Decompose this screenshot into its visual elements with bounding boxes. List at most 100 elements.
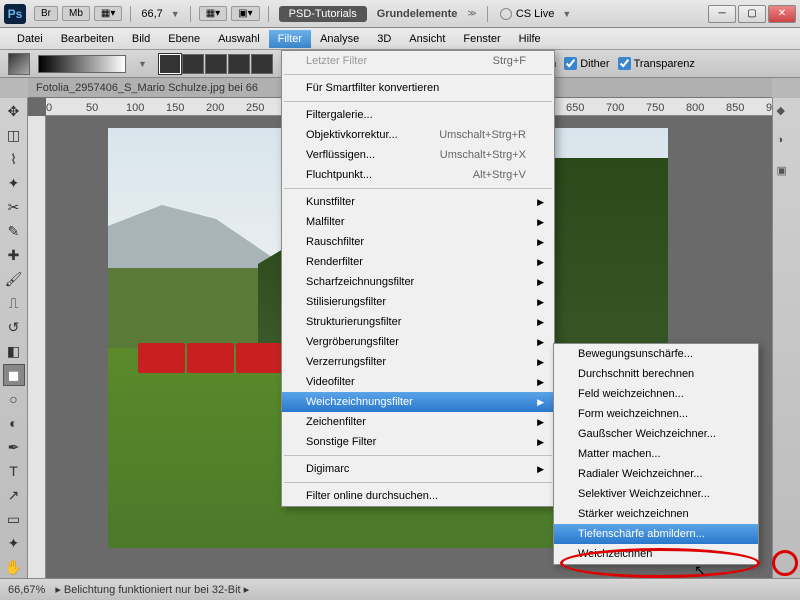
- submenu-item[interactable]: Durchschnitt berechnen: [554, 364, 758, 384]
- filter-item[interactable]: Digimarc▶: [282, 459, 554, 479]
- cslive-button[interactable]: CS Live▼: [500, 8, 575, 20]
- submenu-item[interactable]: Form weichzeichnen...: [554, 404, 758, 424]
- chevron-down-icon[interactable]: ▼: [171, 9, 180, 19]
- blur-tool[interactable]: ○: [3, 388, 25, 410]
- gradient-styles: [159, 54, 273, 74]
- arrangement-button[interactable]: ▦▾: [199, 6, 227, 21]
- status-message: ▸ Belichtung funktioniert nur bei 32-Bit…: [55, 583, 249, 596]
- minimize-button[interactable]: ─: [708, 5, 736, 23]
- filter-item[interactable]: Renderfilter▶: [282, 252, 554, 272]
- swatches-icon[interactable]: ◆: [777, 104, 797, 124]
- hand-tool[interactable]: ✋: [3, 556, 25, 578]
- shape-tool[interactable]: ▭: [3, 508, 25, 530]
- type-tool[interactable]: T: [3, 460, 25, 482]
- filter-item[interactable]: Filter online durchsuchen...: [282, 486, 554, 506]
- gradient-tool[interactable]: ◼: [3, 364, 25, 386]
- bridge-button[interactable]: Br: [34, 6, 58, 21]
- maximize-button[interactable]: ▢: [738, 5, 766, 23]
- filter-item[interactable]: Strukturierungsfilter▶: [282, 312, 554, 332]
- blur-submenu: Bewegungsunschärfe...Durchschnitt berech…: [553, 343, 759, 565]
- transparency-checkbox[interactable]: Transparenz: [618, 57, 695, 70]
- filter-item[interactable]: Vergröberungsfilter▶: [282, 332, 554, 352]
- filter-item[interactable]: Scharfzeichnungsfilter▶: [282, 272, 554, 292]
- gradient-linear[interactable]: [159, 54, 181, 74]
- crop-tool[interactable]: ✂: [3, 196, 25, 218]
- menu-datei[interactable]: Datei: [8, 30, 52, 48]
- gradient-tool-icon[interactable]: [8, 53, 30, 75]
- menu-hilfe[interactable]: Hilfe: [510, 30, 550, 48]
- chevron-down-icon[interactable]: ▼: [138, 59, 147, 69]
- toolbox: ✥ ◫ ⌇ ✦ ✂ ✎ ✚ 🖌 ⎍ ↺ ◧ ◼ ○ ◐ ✒ T ↗ ▭ ✦ ✋: [0, 98, 28, 578]
- minibridge-button[interactable]: Mb: [62, 6, 90, 21]
- menu-3d[interactable]: 3D: [368, 30, 400, 48]
- menu-analyse[interactable]: Analyse: [311, 30, 368, 48]
- filter-item[interactable]: Stilisierungsfilter▶: [282, 292, 554, 312]
- gradient-angle[interactable]: [205, 54, 227, 74]
- view-button[interactable]: ▦▾: [94, 6, 122, 21]
- history-brush-tool[interactable]: ↺: [3, 316, 25, 338]
- eraser-tool[interactable]: ◧: [3, 340, 25, 362]
- 3d-tool[interactable]: ✦: [3, 532, 25, 554]
- submenu-item[interactable]: Selektiver Weichzeichner...: [554, 484, 758, 504]
- chevron-double-right-icon[interactable]: ≫: [467, 8, 476, 19]
- menubar: DateiBearbeitenBildEbeneAuswahlFilterAna…: [0, 28, 800, 50]
- menu-filter[interactable]: Filter: [269, 30, 311, 48]
- filter-item[interactable]: Weichzeichnungsfilter▶: [282, 392, 554, 412]
- zoom-level[interactable]: 66,7: [141, 8, 162, 20]
- stamp-tool[interactable]: ⎍: [3, 292, 25, 314]
- filter-menu-dropdown: Letzter FilterStrg+F Für Smartfilter konv…: [281, 50, 555, 507]
- menu-ansicht[interactable]: Ansicht: [400, 30, 454, 48]
- menu-bearbeiten[interactable]: Bearbeiten: [52, 30, 123, 48]
- submenu-item[interactable]: Bewegungsunschärfe...: [554, 344, 758, 364]
- submenu-item[interactable]: Feld weichzeichnen...: [554, 384, 758, 404]
- filter-item[interactable]: Malfilter▶: [282, 212, 554, 232]
- gradient-radial[interactable]: [182, 54, 204, 74]
- menu-bild[interactable]: Bild: [123, 30, 159, 48]
- ruler-vertical: [28, 116, 46, 578]
- filter-item[interactable]: Fluchtpunkt...Alt+Strg+V: [282, 165, 554, 185]
- filter-item[interactable]: Verzerrungsfilter▶: [282, 352, 554, 372]
- wand-tool[interactable]: ✦: [3, 172, 25, 194]
- filter-item[interactable]: Objektivkorrektur...Umschalt+Strg+R: [282, 125, 554, 145]
- menu-ebene[interactable]: Ebene: [159, 30, 209, 48]
- lasso-tool[interactable]: ⌇: [3, 148, 25, 170]
- submenu-item[interactable]: Weichzeichnen: [554, 544, 758, 564]
- filter-item[interactable]: Rauschfilter▶: [282, 232, 554, 252]
- adjustments-icon[interactable]: ◑: [777, 134, 797, 154]
- gradient-reflected[interactable]: [228, 54, 250, 74]
- status-zoom[interactable]: 66,67%: [8, 584, 45, 596]
- filter-item[interactable]: Filtergalerie...: [282, 105, 554, 125]
- filter-item[interactable]: Zeichenfilter▶: [282, 412, 554, 432]
- filter-item[interactable]: Kunstfilter▶: [282, 192, 554, 212]
- heal-tool[interactable]: ✚: [3, 244, 25, 266]
- pen-tool[interactable]: ✒: [3, 436, 25, 458]
- menu-auswahl[interactable]: Auswahl: [209, 30, 269, 48]
- breadcrumb[interactable]: Grundelemente: [377, 8, 458, 20]
- submenu-item[interactable]: Radialer Weichzeichner...: [554, 464, 758, 484]
- filter-item[interactable]: Sonstige Filter▶: [282, 432, 554, 452]
- move-tool[interactable]: ✥: [3, 100, 25, 122]
- path-tool[interactable]: ↗: [3, 484, 25, 506]
- gradient-preview[interactable]: [38, 55, 126, 73]
- filter-item[interactable]: Letzter FilterStrg+F: [282, 51, 554, 71]
- submenu-item[interactable]: Stärker weichzeichnen: [554, 504, 758, 524]
- close-button[interactable]: ✕: [768, 5, 796, 23]
- submenu-item[interactable]: Tiefenschärfe abmildern...: [554, 524, 758, 544]
- marquee-tool[interactable]: ◫: [3, 124, 25, 146]
- submenu-item[interactable]: Matter machen...: [554, 444, 758, 464]
- gradient-diamond[interactable]: [251, 54, 273, 74]
- brush-tool[interactable]: 🖌: [3, 268, 25, 290]
- right-panel: ◆ ◑ ▣: [772, 98, 800, 578]
- layers-icon[interactable]: ▣: [777, 164, 797, 184]
- filter-item[interactable]: Verflüssigen...Umschalt+Strg+X: [282, 145, 554, 165]
- screenmode-button[interactable]: ▣▾: [231, 6, 259, 21]
- photoshop-icon: Ps: [4, 4, 26, 24]
- filter-item[interactable]: Für Smartfilter konvertieren: [282, 78, 554, 98]
- dodge-tool[interactable]: ◐: [3, 412, 25, 434]
- filter-item[interactable]: Videofilter▶: [282, 372, 554, 392]
- dither-checkbox[interactable]: Dither: [564, 57, 609, 70]
- submenu-item[interactable]: Gaußscher Weichzeichner...: [554, 424, 758, 444]
- menu-fenster[interactable]: Fenster: [454, 30, 509, 48]
- workspace-pill[interactable]: PSD-Tutorials: [279, 6, 367, 22]
- eyedropper-tool[interactable]: ✎: [3, 220, 25, 242]
